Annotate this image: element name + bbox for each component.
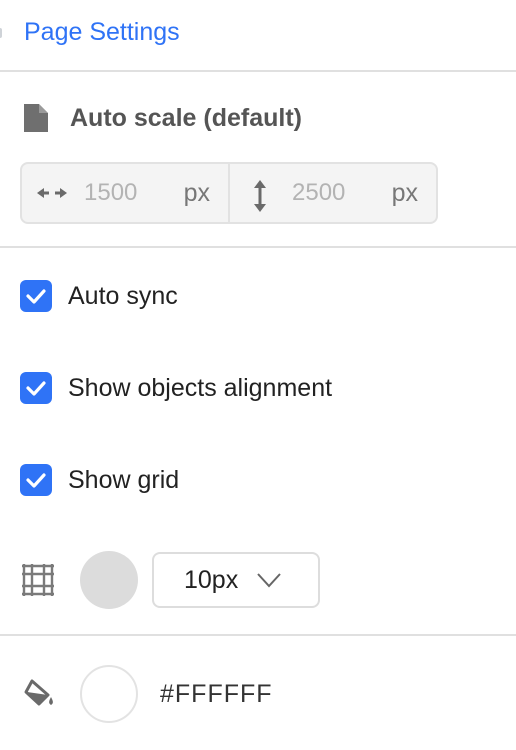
show-grid-option[interactable]: Show grid (20, 464, 179, 496)
grid-size-select[interactable]: 10px (152, 552, 320, 608)
show-grid-checkbox[interactable] (20, 464, 52, 496)
grid-color-swatch[interactable] (80, 551, 138, 609)
horizontal-arrows-icon (34, 178, 70, 208)
grid-size-value: 10px (184, 565, 239, 594)
grid-settings-row: 10px (20, 550, 320, 610)
width-value: 1500 (84, 179, 138, 206)
height-unit: px (391, 178, 418, 207)
page-settings-panel: Page Settings Auto scale (default) 1500 … (0, 0, 516, 750)
show-alignment-label: Show objects alignment (68, 374, 333, 402)
panel-header: Page Settings (0, 0, 516, 72)
background-color-row: #FFFFFF (22, 664, 273, 724)
scale-mode-row[interactable]: Auto scale (default) (22, 102, 302, 134)
checkmark-icon (26, 289, 46, 304)
chevron-down-icon (256, 572, 282, 588)
checkmark-icon (26, 473, 46, 488)
page-size-section: Auto scale (default) 1500 px 2500 px (0, 72, 516, 248)
auto-sync-option[interactable]: Auto sync (20, 280, 178, 312)
display-options: Auto sync Show objects alignment Show gr… (0, 248, 516, 636)
panel-edge-handle (0, 28, 2, 38)
page-settings-title[interactable]: Page Settings (24, 16, 180, 48)
document-icon (22, 102, 50, 134)
grid-icon (20, 562, 56, 598)
vertical-arrows-icon (242, 178, 278, 212)
checkmark-icon (26, 381, 46, 396)
width-field[interactable]: 1500 px (22, 164, 228, 222)
page-dimensions: 1500 px 2500 px (20, 162, 438, 224)
show-alignment-checkbox[interactable] (20, 372, 52, 404)
show-grid-label: Show grid (68, 466, 180, 494)
width-unit: px (183, 178, 210, 207)
scale-mode-label: Auto scale (default) (70, 104, 302, 132)
height-field[interactable]: 2500 px (228, 164, 436, 222)
background-color-swatch[interactable] (80, 665, 138, 723)
fill-icon (22, 677, 56, 711)
height-value: 2500 (292, 179, 346, 206)
auto-sync-label: Auto sync (68, 282, 178, 310)
show-alignment-option[interactable]: Show objects alignment (20, 372, 332, 404)
auto-sync-checkbox[interactable] (20, 280, 52, 312)
background-color-value[interactable]: #FFFFFF (160, 680, 273, 709)
